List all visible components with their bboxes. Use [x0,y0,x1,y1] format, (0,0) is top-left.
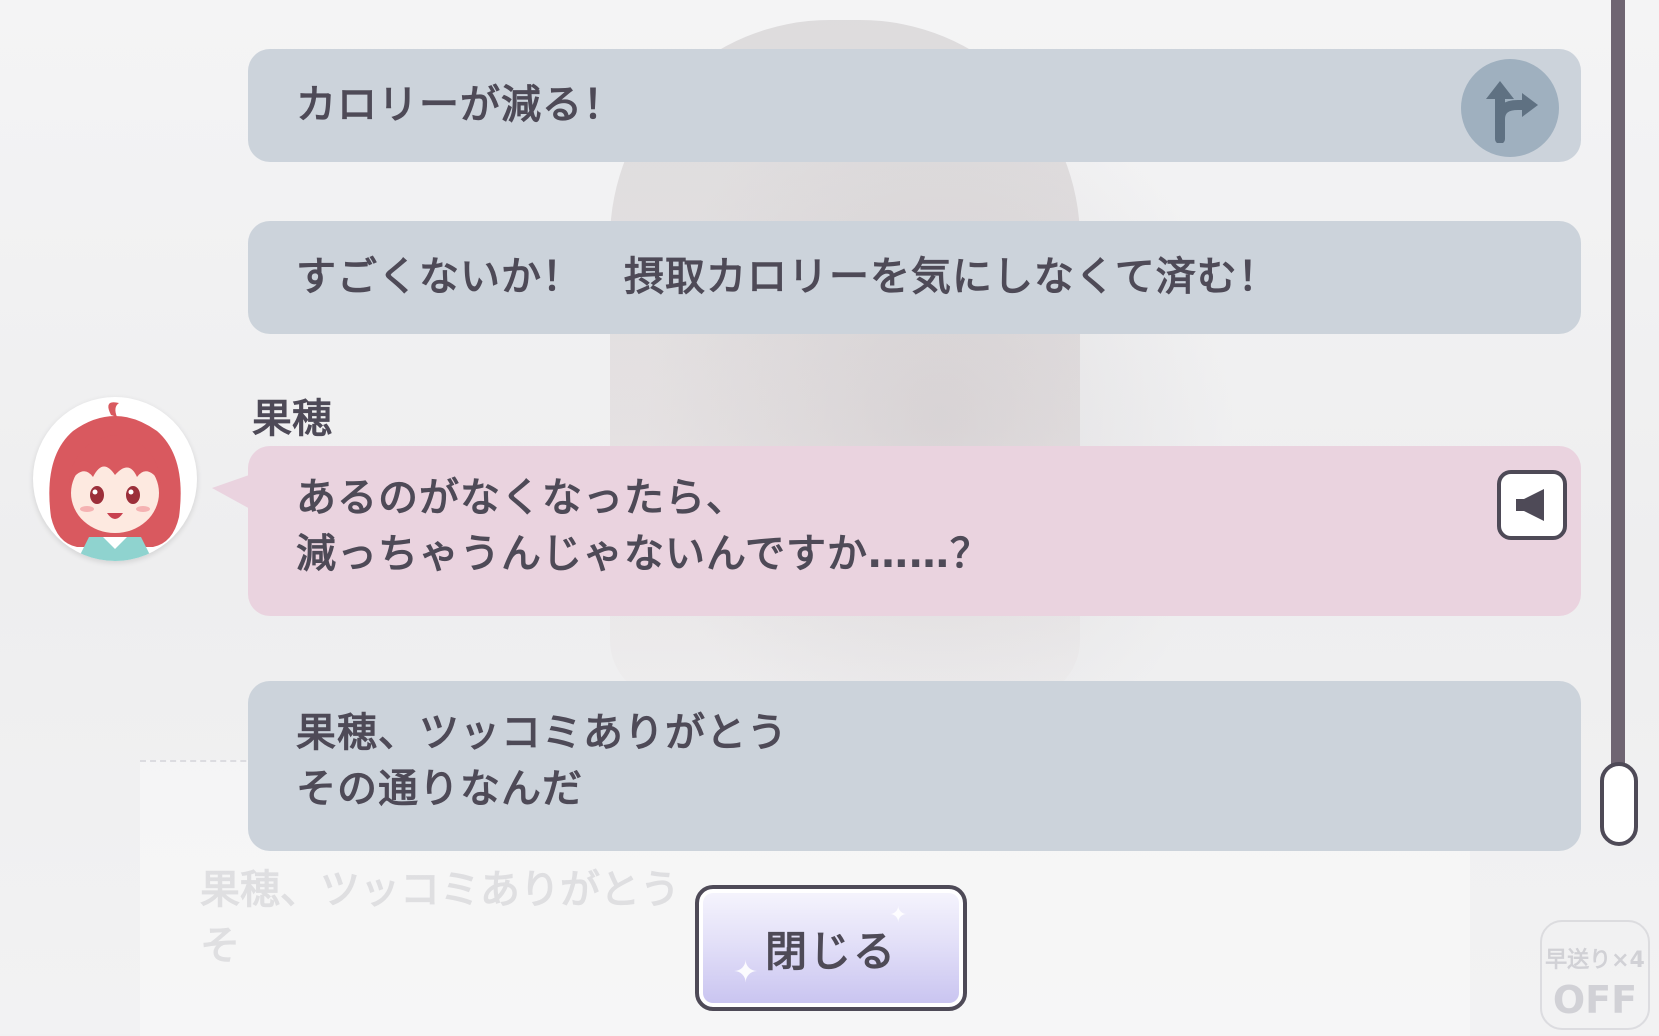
speaker-name: 果穂 [252,396,332,442]
log-speech-text: あるのがなくなったら、 減っちゃうんじゃないんですか……？ [296,475,991,577]
speech-bubble-tail [212,474,252,510]
background-fastforward-button: 早送り×4 OFF [1540,920,1650,1030]
log-choice-text: すごくないか！ 摂取カロリーを気にしなくて済む！ [296,254,1279,300]
log-speech-bubble: あるのがなくなったら、 減っちゃうんじゃないんですか……？ [248,446,1581,616]
fastforward-label: 早送り×4 [1545,948,1645,973]
log-choice-bubble: カロリーが減る！ [248,49,1581,162]
sparkle-icon: ✦ [733,955,759,990]
log-choice-text: 果穂、ツッコミありがとう その通りなんだ [296,710,788,812]
log-choice-text: カロリーが減る！ [296,82,624,128]
log-choice-bubble: 果穂、ツッコミありがとう その通りなんだ [248,681,1581,851]
branch-arrow-icon [1461,59,1559,157]
fastforward-state: OFF [1552,978,1638,1022]
voice-replay-button[interactable] [1497,470,1567,540]
speaker-voice-icon [1516,489,1544,521]
log-scrollbar-thumb[interactable] [1600,762,1638,846]
log-scrollbar-track[interactable] [1611,0,1625,790]
log-choice-bubble: すごくないか！ 摂取カロリーを気にしなくて済む！ [248,221,1581,334]
close-button[interactable]: ✦ ✦ 閉じる [695,885,967,1011]
close-button-label: 閉じる [764,926,897,976]
speaker-avatar [33,397,197,561]
background-message-text: 果穂、ツッコミありがとう そ [200,867,680,969]
